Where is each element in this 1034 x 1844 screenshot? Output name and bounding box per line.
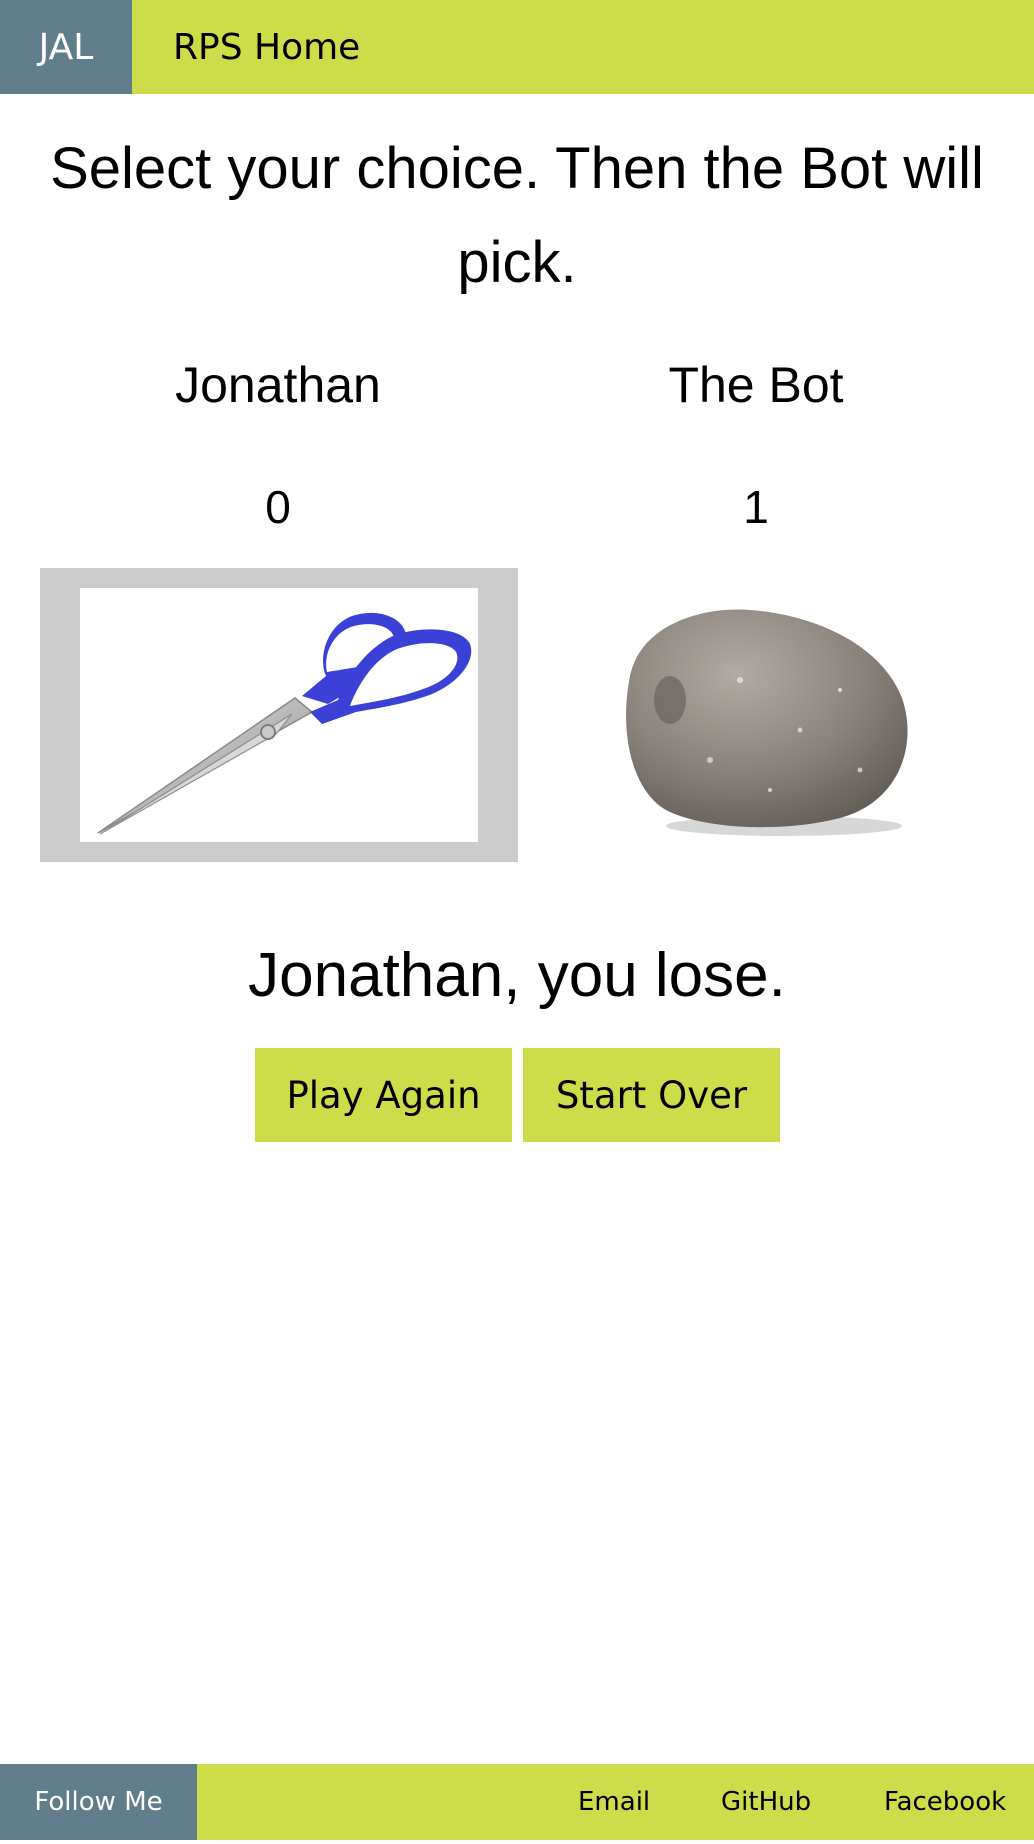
top-nav-bar: JAL RPS Home xyxy=(0,0,1034,94)
result-message: Jonathan, you lose. xyxy=(248,941,786,1010)
rps-home-link[interactable]: RPS Home xyxy=(173,0,360,94)
email-link[interactable]: Email xyxy=(578,1764,650,1840)
scissors-icon xyxy=(80,588,478,842)
site-logo[interactable]: JAL xyxy=(0,0,132,94)
bot-score: 1 xyxy=(743,481,769,533)
facebook-link[interactable]: Facebook xyxy=(884,1764,1006,1840)
player-name: Jonathan xyxy=(175,357,381,413)
start-over-button[interactable]: Start Over xyxy=(523,1048,780,1142)
bot-name: The Bot xyxy=(668,357,844,413)
instruction-heading: Select your choice. Then the Bot will pi… xyxy=(50,136,984,295)
rock-icon xyxy=(600,580,940,860)
github-link[interactable]: GitHub xyxy=(721,1764,811,1840)
play-again-button[interactable]: Play Again xyxy=(255,1048,512,1142)
player-score: 0 xyxy=(265,481,291,533)
follow-me-label: Follow Me xyxy=(0,1764,197,1840)
footer-bar: Follow Me Email GitHub Facebook xyxy=(0,1764,1034,1840)
player-choice-selected xyxy=(40,568,518,862)
